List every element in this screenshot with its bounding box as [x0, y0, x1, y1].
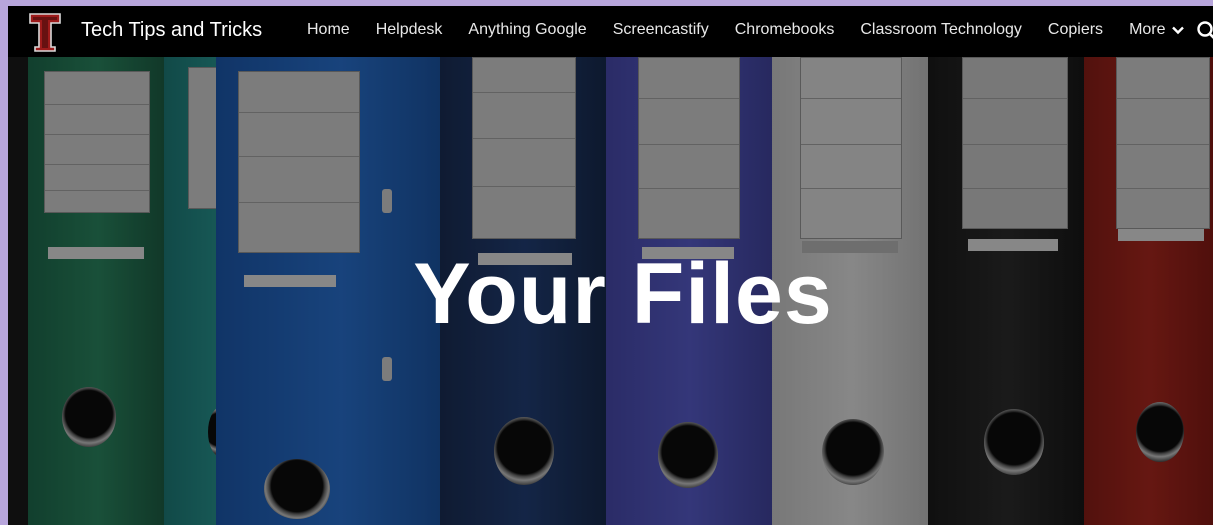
nav-item-chromebooks[interactable]: Chromebooks	[735, 21, 835, 39]
nav-item-copiers[interactable]: Copiers	[1048, 21, 1103, 39]
nav-item-helpdesk[interactable]: Helpdesk	[376, 21, 443, 39]
t-letter-logo-icon[interactable]	[28, 10, 62, 52]
nav-menu: Home Helpdesk Anything Google Screencast…	[307, 21, 1211, 39]
nav-item-classroom-technology[interactable]: Classroom Technology	[860, 21, 1022, 39]
hero-banner: Your Files	[8, 57, 1213, 525]
nav-more-label: More	[1129, 21, 1166, 38]
nav-item-home[interactable]: Home	[307, 21, 350, 39]
search-icon[interactable]	[1196, 20, 1213, 42]
site-title[interactable]: Tech Tips and Tricks	[81, 19, 262, 42]
nav-more-dropdown[interactable]: More	[1129, 21, 1184, 39]
top-navbar: Tech Tips and Tricks Home Helpdesk Anyth…	[8, 6, 1213, 57]
nav-item-anything-google[interactable]: Anything Google	[468, 21, 586, 39]
nav-item-screencastify[interactable]: Screencastify	[613, 21, 709, 39]
page-title: Your Files	[413, 246, 833, 342]
chevron-down-icon	[1171, 26, 1184, 35]
browser-page: Tech Tips and Tricks Home Helpdesk Anyth…	[8, 6, 1213, 525]
